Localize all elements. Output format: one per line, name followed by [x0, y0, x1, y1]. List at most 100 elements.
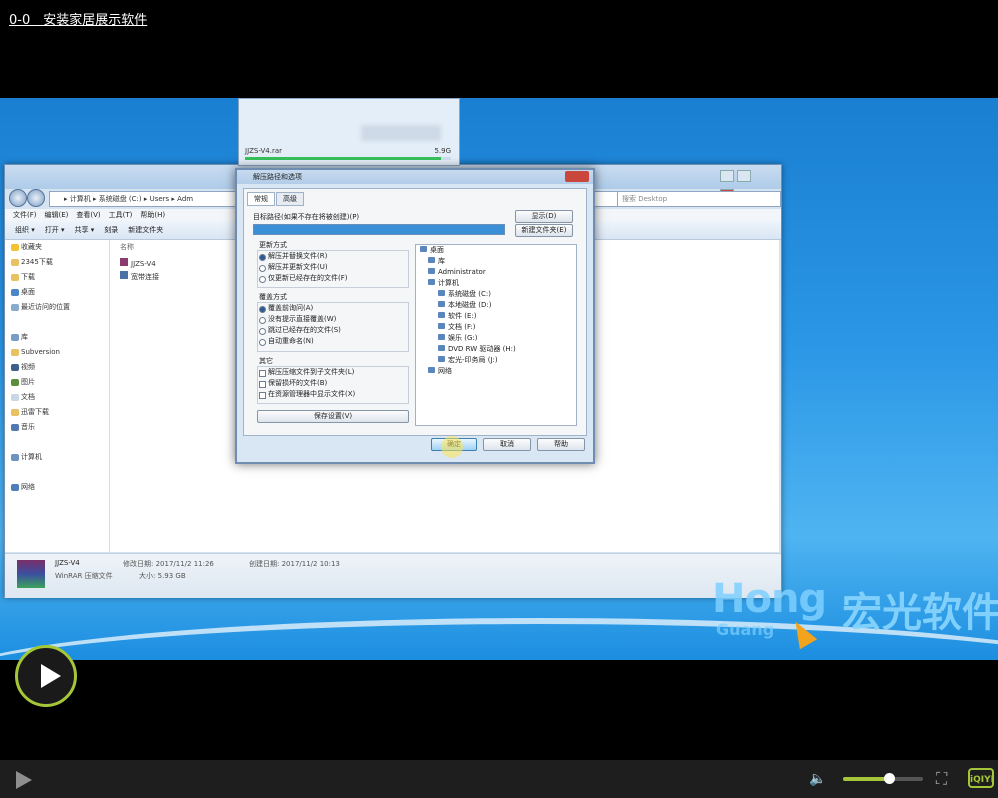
watermark-logo: Hong 宏光软件 Guang — [712, 576, 998, 639]
sidebar-item[interactable]: Subversion — [5, 345, 109, 360]
drive-icon — [428, 279, 435, 285]
sidebar-item-label: 2345下载 — [21, 258, 53, 266]
sidebar-item[interactable]: 计算机 — [5, 450, 109, 465]
update-options: 解压并替换文件(R) 解压并更新文件(U) 仅更新已经存在的文件(F) — [257, 250, 409, 288]
drive-icon — [438, 312, 445, 318]
menu-item[interactable]: 工具(T) — [109, 211, 133, 219]
search-input[interactable]: 搜索 Desktop — [617, 191, 781, 207]
checkbox-option[interactable]: 保留损坏的文件(B) — [258, 378, 408, 389]
extract-options-dialog: 解压路径和选项 常规 高级 目标路径(如果不存在将被创建)(P) 显示(D) 新建… — [235, 168, 595, 464]
overwrite-options: 覆盖前询问(A) 没有提示直接覆盖(W) 跳过已经存在的文件(S) 自动重命名(N) — [257, 302, 409, 352]
toolbar-button[interactable]: 组织 ▾ — [15, 226, 35, 234]
radio-option[interactable]: 自动重命名(N) — [258, 336, 408, 347]
sidebar-item[interactable]: 收藏夹 — [5, 240, 109, 255]
sidebar-item-label: 图片 — [21, 378, 35, 386]
tree-node[interactable]: Administrator — [416, 267, 576, 278]
update-group-title: 更新方式 — [259, 241, 287, 249]
tree-node[interactable]: 系统磁盘 (C:) — [416, 289, 576, 300]
sidebar-item[interactable]: 网络 — [5, 480, 109, 495]
blurred-area — [361, 125, 441, 141]
back-icon[interactable] — [9, 189, 27, 207]
sidebar-item[interactable]: 音乐 — [5, 420, 109, 435]
sidebar-item[interactable]: 文档 — [5, 390, 109, 405]
sidebar-item-label: 最近访问的位置 — [21, 303, 70, 311]
sidebar-item[interactable]: 图片 — [5, 375, 109, 390]
details-created: 创建日期: 2017/11/2 10:13 — [249, 560, 340, 568]
fullscreen-icon[interactable]: ⛶ — [936, 770, 956, 788]
tree-node[interactable]: 娱乐 (G:) — [416, 333, 576, 344]
checkbox-option[interactable]: 在资源管理器中显示文件(X) — [258, 389, 408, 400]
save-settings-button[interactable]: 保存设置(V) — [257, 410, 409, 423]
show-button[interactable]: 显示(D) — [515, 210, 573, 223]
play-button[interactable] — [15, 645, 77, 707]
tree-node[interactable]: 宏光-印务局 (J:) — [416, 355, 576, 366]
radio-option[interactable]: 没有提示直接覆盖(W) — [258, 314, 408, 325]
sidebar-item-label: 下载 — [21, 273, 35, 281]
progress-filename: JJZS-V4.rar — [245, 147, 282, 155]
sidebar-item[interactable]: 视频 — [5, 360, 109, 375]
progress-size: 5.9G — [434, 147, 451, 155]
tab-general[interactable]: 常规 — [247, 192, 275, 206]
file-item[interactable]: JJZS-V4 — [120, 258, 156, 268]
tree-node[interactable]: DVD RW 驱动器 (H:) — [416, 344, 576, 355]
video-title[interactable]: 0-0 安装家居展示软件 — [9, 9, 147, 28]
drive-icon — [438, 334, 445, 340]
video-icon — [11, 364, 19, 371]
tree-node[interactable]: 库 — [416, 256, 576, 267]
sidebar-item[interactable]: 库 — [5, 330, 109, 345]
tree-node[interactable]: 本地磁盘 (D:) — [416, 300, 576, 311]
column-header-name[interactable]: 名称 — [120, 242, 134, 252]
folder-tree[interactable]: 桌面库 Administrator 计算机 系统磁盘 (C:) 本地磁盘 (D:) 软件 … — [415, 244, 577, 426]
sidebar-item-label: 迅雷下载 — [21, 408, 49, 416]
tree-node[interactable]: 桌面 — [416, 245, 576, 256]
sidebar-item — [5, 465, 109, 480]
details-name: JJZS-V4 — [55, 559, 80, 567]
radio-option[interactable]: 跳过已经存在的文件(S) — [258, 325, 408, 336]
toolbar-button[interactable]: 刻录 — [104, 226, 118, 234]
menu-item[interactable]: 文件(F) — [13, 211, 37, 219]
tab-advanced[interactable]: 高级 — [276, 192, 304, 206]
volume-knob[interactable] — [884, 773, 895, 784]
radio-option[interactable]: 解压并替换文件(R) — [258, 251, 408, 262]
star-icon — [11, 244, 19, 251]
video-frame[interactable]: ▸ 计算机 ▸ 系统磁盘 (C:) ▸ Users ▸ Adm 搜索 Deskt… — [0, 98, 998, 660]
sidebar-item[interactable]: 桌面 — [5, 285, 109, 300]
computer-icon — [11, 454, 19, 461]
sidebar-item[interactable]: 迅雷下载 — [5, 405, 109, 420]
toolbar-button[interactable]: 新建文件夹 — [128, 226, 163, 234]
forward-icon[interactable] — [27, 189, 45, 207]
close-icon[interactable] — [565, 171, 589, 182]
menu-item[interactable]: 帮助(H) — [140, 211, 165, 219]
tree-node[interactable]: 文档 (F:) — [416, 322, 576, 333]
radio-option[interactable]: 仅更新已经存在的文件(F) — [258, 273, 408, 284]
tree-node[interactable]: 软件 (E:) — [416, 311, 576, 322]
help-button[interactable]: 帮助 — [537, 438, 585, 451]
cursor-highlight — [441, 436, 463, 458]
winrar-icon — [17, 560, 45, 588]
drive-icon — [428, 257, 435, 263]
window-caption-buttons[interactable] — [717, 167, 767, 201]
iqiyi-logo[interactable]: iQIYI — [968, 768, 994, 788]
details-pane: JJZS-V4 WinRAR 压缩文件 修改日期: 2017/11/2 11:2… — [5, 553, 781, 598]
drive-icon — [438, 301, 445, 307]
destination-path-input[interactable] — [253, 224, 505, 235]
sidebar-item[interactable]: 2345下载 — [5, 255, 109, 270]
volume-icon[interactable]: 🔈 — [809, 771, 829, 787]
drive-icon — [428, 367, 435, 373]
tree-node[interactable]: 计算机 — [416, 278, 576, 289]
file-item[interactable]: 宽带连接 — [120, 271, 159, 282]
play-icon[interactable] — [16, 771, 32, 789]
sidebar-item[interactable]: 下载 — [5, 270, 109, 285]
radio-option[interactable]: 解压并更新文件(U) — [258, 262, 408, 273]
toolbar-button[interactable]: 打开 ▾ — [45, 226, 65, 234]
cancel-button[interactable]: 取消 — [483, 438, 531, 451]
radio-option[interactable]: 覆盖前询问(A) — [258, 303, 408, 314]
toolbar-button[interactable]: 共享 ▾ — [75, 226, 95, 234]
tree-node[interactable]: 网络 — [416, 366, 576, 377]
sidebar-item[interactable]: 最近访问的位置 — [5, 300, 109, 315]
menu-item[interactable]: 查看(V) — [76, 211, 100, 219]
menu-item[interactable]: 编辑(E) — [45, 211, 69, 219]
volume-slider[interactable] — [843, 777, 923, 781]
new-folder-button[interactable]: 新建文件夹(E) — [515, 224, 573, 237]
checkbox-option[interactable]: 解压压缩文件到子文件夹(L) — [258, 367, 408, 378]
